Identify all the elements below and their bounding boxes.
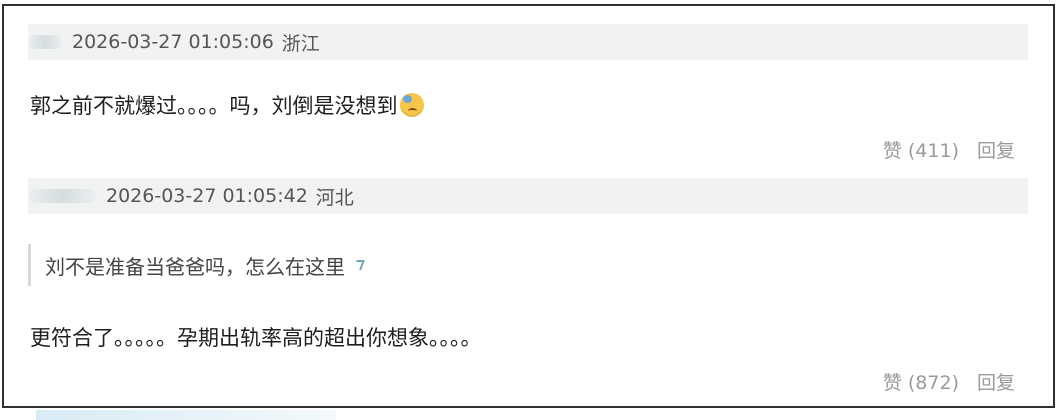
- comment-header: 2026-03-27 01:05:06 浙江: [28, 24, 1028, 60]
- like-button[interactable]: 赞 (411): [883, 136, 959, 163]
- next-comment-header-cropped: [36, 410, 336, 420]
- comment-timestamp: 2026-03-27 01:05:42: [106, 185, 308, 207]
- quoted-comment: 刘不是准备当爸爸吗，怎么在这里: [28, 244, 1018, 286]
- comment-panel: 2026-03-27 01:05:06 浙江 郭之前不就爆过。。。。吗，刘倒是没…: [2, 4, 1055, 408]
- reply-button[interactable]: 回复: [977, 136, 1015, 163]
- like-label: 赞: [882, 140, 902, 162]
- like-count: (411): [907, 140, 959, 162]
- comment-text: 郭之前不就爆过。。。。吗，刘倒是没想到: [30, 90, 424, 120]
- like-button[interactable]: 赞 (872): [883, 368, 959, 395]
- quoted-text: 刘不是准备当爸爸吗，怎么在这里: [45, 254, 345, 279]
- comment-location: 浙江: [281, 32, 320, 55]
- emoji-fragment-icon: [353, 260, 365, 270]
- comment-actions: 赞 (411) 回复: [883, 136, 1015, 163]
- username-blurred[interactable]: [28, 189, 96, 203]
- comment-timestamp: 2026-03-27 01:05:06: [72, 31, 274, 53]
- reply-button[interactable]: 回复: [977, 368, 1015, 395]
- comment-body: 郭之前不就爆过。。。。吗，刘倒是没想到: [30, 94, 398, 118]
- like-count: (872): [907, 372, 959, 394]
- comment-actions: 赞 (872) 回复: [883, 368, 1015, 395]
- username-blurred[interactable]: [28, 35, 62, 49]
- comment-header: 2026-03-27 01:05:42 河北: [28, 178, 1028, 214]
- like-label: 赞: [882, 372, 902, 394]
- comment-location: 河北: [315, 186, 354, 209]
- comment-text: 更符合了。。。。。孕期出轨率高的超出你想象。。。。: [30, 326, 482, 350]
- cold-sweat-face-icon: [399, 93, 424, 117]
